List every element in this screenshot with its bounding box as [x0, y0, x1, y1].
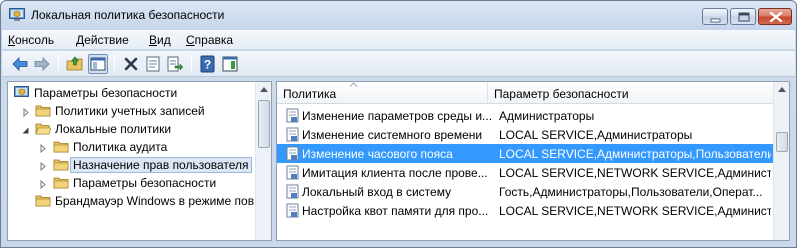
policy-list: Политика Параметр безопасности Изменение… — [276, 81, 790, 241]
tree-item-user-rights-assignment[interactable]: Назначение прав пользователя — [8, 156, 256, 174]
scroll-up-icon[interactable] — [256, 82, 271, 98]
list-row[interactable]: Изменение параметров среды и... Админист… — [277, 106, 774, 125]
svg-text:?: ? — [204, 58, 211, 72]
folder-open-icon — [35, 121, 52, 136]
policy-icon — [286, 127, 300, 142]
properties-icon — [146, 56, 160, 72]
list-row[interactable]: Локальный вход в систему Гость,Администр… — [277, 182, 774, 201]
column-header-security-setting[interactable]: Параметр безопасности — [488, 82, 775, 104]
list-row[interactable]: Настройка квот памяти для про... LOCAL S… — [277, 201, 774, 220]
title-bar[interactable]: Локальная политика безопасности — [1, 1, 796, 29]
help-icon: ? — [200, 55, 215, 73]
minimize-icon — [710, 18, 721, 23]
menu-help[interactable]: Справка — [186, 33, 233, 47]
tree-item-account-policies[interactable]: Политики учетных записей — [8, 102, 256, 120]
close-button[interactable] — [758, 8, 792, 25]
tree-item-windows-firewall[interactable]: Брандмауэр Windows в режиме пов — [8, 192, 256, 210]
expand-arrow-icon[interactable] — [39, 178, 48, 190]
policy-icon — [286, 203, 300, 218]
export-icon — [167, 56, 184, 72]
maximize-button[interactable] — [730, 8, 756, 25]
policy-icon — [286, 184, 300, 199]
forward-button[interactable] — [32, 54, 52, 74]
help-button[interactable]: ? — [198, 54, 218, 74]
expand-arrow-icon[interactable] — [22, 106, 31, 118]
tree-scrollbar[interactable] — [255, 82, 271, 240]
maximize-icon — [738, 12, 750, 22]
toolbar-separator — [114, 55, 115, 73]
tree-item-security-options[interactable]: Параметры безопасности — [8, 174, 256, 192]
scroll-thumb[interactable] — [258, 100, 270, 148]
policy-icon — [286, 108, 300, 123]
export-list-button[interactable] — [165, 54, 185, 74]
delete-button[interactable] — [121, 54, 141, 74]
security-policy-app-icon — [9, 8, 25, 22]
folder-icon — [53, 157, 69, 172]
properties-button[interactable] — [143, 54, 163, 74]
menu-console[interactable]: Консоль — [8, 33, 54, 47]
back-button[interactable] — [10, 54, 30, 74]
scroll-up-icon[interactable] — [774, 82, 789, 98]
folder-icon — [35, 103, 51, 118]
folder-icon — [53, 175, 69, 190]
scroll-thumb[interactable] — [776, 132, 788, 152]
show-hide-tree-button[interactable] — [88, 54, 108, 74]
menu-action[interactable]: Действие — [76, 33, 129, 47]
expand-arrow-icon[interactable] — [39, 142, 48, 154]
expand-arrow-icon[interactable] — [39, 160, 48, 172]
delete-icon — [124, 57, 138, 71]
show-action-pane-button[interactable] — [220, 54, 240, 74]
collapse-arrow-icon[interactable] — [21, 124, 30, 134]
sort-ascending-icon — [349, 82, 358, 87]
close-icon — [769, 11, 783, 23]
policy-icon — [286, 146, 300, 161]
policy-icon — [286, 165, 300, 180]
show-hide-tree-icon — [90, 57, 106, 71]
menu-bar: Консоль Действие Вид Справка — [2, 30, 795, 50]
menu-view[interactable]: Вид — [149, 33, 171, 47]
list-row-selected[interactable]: Изменение часового пояса LOCAL SERVICE,А… — [277, 144, 774, 163]
tree-item-audit-policy[interactable]: Политика аудита — [8, 138, 256, 156]
forward-icon — [34, 57, 50, 71]
app-window: Локальная политика безопасности Консоль … — [0, 0, 797, 248]
list-row[interactable]: Изменение системного времени LOCAL SERVI… — [277, 125, 774, 144]
window-title: Локальная политика безопасности — [31, 8, 225, 22]
list-scrollbar[interactable] — [773, 82, 789, 240]
console-tree: Параметры безопасности Политики учетных … — [7, 81, 272, 241]
list-row[interactable]: Имитация клиента после прове... LOCAL SE… — [277, 163, 774, 182]
up-folder-icon — [66, 56, 83, 71]
toolbar-separator — [58, 55, 59, 73]
tree-item-security-settings[interactable]: Параметры безопасности — [8, 84, 256, 102]
back-icon — [12, 57, 28, 71]
folder-icon — [53, 139, 69, 154]
column-header-policy[interactable]: Политика — [277, 82, 488, 104]
security-settings-icon — [14, 85, 30, 100]
toolbar: ? — [2, 51, 795, 77]
tree-item-local-policies[interactable]: Локальные политики — [8, 120, 256, 138]
up-level-button[interactable] — [65, 54, 85, 74]
toolbar-separator — [191, 55, 192, 73]
folder-icon — [35, 193, 51, 208]
minimize-button[interactable] — [702, 8, 728, 25]
show-action-pane-icon — [222, 56, 238, 72]
